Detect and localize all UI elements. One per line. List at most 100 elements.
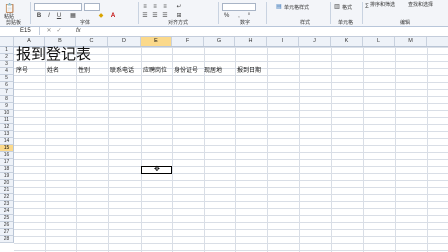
row-header-12[interactable]: 12: [0, 124, 14, 131]
number-group-label: 数字: [240, 20, 251, 26]
row-header-20[interactable]: 20: [0, 180, 14, 187]
row-header-25[interactable]: 25: [0, 215, 14, 222]
font-name-combo[interactable]: [34, 3, 82, 11]
header-cell-index[interactable]: 序号: [16, 68, 28, 75]
paste-icon[interactable]: 📋: [4, 3, 15, 13]
row-header-26[interactable]: 26: [0, 222, 14, 229]
ribbon: 📋 粘贴 剪贴板 B I U ▦ ◆ A 字体 ≡ ≡ ≡ ↵ ☰ ☰ ☰ ⊞ …: [0, 0, 448, 27]
align-group-label: 对齐方式: [168, 20, 189, 26]
column-header-d[interactable]: D: [108, 37, 141, 46]
row-header-24[interactable]: 24: [0, 208, 14, 215]
grid-line: [45, 47, 46, 252]
row-header-7[interactable]: 7: [0, 89, 14, 96]
header-cell-phone[interactable]: 联系电话: [110, 68, 134, 75]
separator: [138, 2, 139, 24]
grid-line: [204, 47, 205, 252]
column-header-j[interactable]: J: [299, 37, 331, 46]
number-format-combo[interactable]: [222, 3, 256, 11]
grid-line: [427, 47, 428, 252]
row-header-18[interactable]: 18: [0, 166, 14, 173]
font-size-combo[interactable]: [84, 3, 100, 11]
grid-line: [108, 47, 109, 252]
insert-function-button[interactable]: fx: [76, 27, 81, 35]
cancel-icon[interactable]: ✕: [46, 28, 52, 34]
row-header-17[interactable]: 17: [0, 159, 14, 166]
row-header-10[interactable]: 10: [0, 110, 14, 117]
row-header-4[interactable]: 4: [0, 68, 14, 75]
column-header-m[interactable]: M: [395, 37, 427, 46]
row-header-2[interactable]: 2: [0, 54, 14, 61]
font-color-icon[interactable]: A: [110, 13, 116, 19]
edit-group-label: 编辑: [400, 20, 411, 26]
row-header-3[interactable]: 3: [0, 61, 14, 68]
clipboard-group-label: 剪贴板: [6, 20, 22, 26]
sort-filter-button[interactable]: 排序和筛选: [370, 1, 395, 8]
grid-line: [331, 47, 332, 252]
grid-line: [235, 47, 236, 252]
row-header-1[interactable]: 1: [0, 47, 14, 54]
align-left-icon[interactable]: ☰: [142, 13, 148, 19]
column-header-e[interactable]: E: [141, 37, 172, 46]
select-all-button[interactable]: [0, 37, 14, 46]
row-header-27[interactable]: 27: [0, 229, 14, 236]
row-header-16[interactable]: 16: [0, 152, 14, 159]
row-header-19[interactable]: 19: [0, 173, 14, 180]
separator: [30, 2, 31, 24]
column-header-l[interactable]: L: [363, 37, 395, 46]
header-cell-name[interactable]: 姓名: [47, 68, 59, 75]
align-center-icon[interactable]: ☰: [152, 13, 158, 19]
grid-line: [76, 47, 77, 252]
grid-line: [395, 47, 396, 252]
header-cell-date[interactable]: 报到日期: [237, 68, 261, 75]
row-header-28[interactable]: 28: [0, 236, 14, 243]
row-header-14[interactable]: 14: [0, 138, 14, 145]
row-header-21[interactable]: 21: [0, 187, 14, 194]
column-header-k[interactable]: K: [331, 37, 363, 46]
row-header-6[interactable]: 6: [0, 82, 14, 89]
sheet-title[interactable]: 报到登记表: [16, 46, 91, 62]
row-header-22[interactable]: 22: [0, 194, 14, 201]
row-header-23[interactable]: 23: [0, 201, 14, 208]
column-header-i[interactable]: I: [267, 37, 299, 46]
cell-grid[interactable]: [14, 47, 448, 252]
align-middle-icon[interactable]: ≡: [152, 4, 158, 10]
percent-button[interactable]: %: [224, 13, 229, 19]
format-button[interactable]: 格式: [342, 4, 352, 11]
font-group-label: 字体: [80, 20, 91, 26]
row-header-5[interactable]: 5: [0, 75, 14, 82]
bold-icon[interactable]: B: [36, 13, 42, 19]
header-cell-gender[interactable]: 性别: [78, 68, 90, 75]
column-header-f[interactable]: F: [172, 37, 204, 46]
style-group-label: 样式: [300, 20, 311, 26]
formula-bar: E15 ✕ ✓ fx: [0, 27, 448, 37]
row-header-13[interactable]: 13: [0, 131, 14, 138]
grid-line: [172, 47, 173, 252]
enter-icon[interactable]: ✓: [56, 28, 62, 34]
header-cell-address[interactable]: 现居地: [204, 68, 222, 75]
header-cell-position[interactable]: 应聘岗位: [143, 68, 167, 75]
wrap-text-icon[interactable]: ↵: [176, 4, 182, 10]
conditional-format-icon[interactable]: ▤: [276, 4, 282, 10]
cell-cursor-icon: ✥: [154, 166, 160, 173]
find-select-button[interactable]: 查找和选择: [408, 1, 433, 8]
row-header-15[interactable]: 15: [0, 145, 14, 152]
format-icon[interactable]: ▥: [334, 4, 340, 10]
cell-style-button[interactable]: 单元格样式: [284, 4, 309, 11]
align-bottom-icon[interactable]: ≡: [162, 4, 168, 10]
align-top-icon[interactable]: ≡: [142, 4, 148, 10]
header-cell-id-number[interactable]: 身份证号: [174, 68, 198, 75]
name-box[interactable]: E15: [0, 27, 40, 35]
row-header-11[interactable]: 11: [0, 117, 14, 124]
cells-group-label: 单元格: [338, 20, 354, 26]
row-header-8[interactable]: 8: [0, 96, 14, 103]
border-icon[interactable]: ▦: [70, 13, 76, 19]
separator: [330, 2, 331, 24]
underline-icon[interactable]: U: [56, 13, 62, 19]
column-header-g[interactable]: G: [204, 37, 235, 46]
separator: [362, 2, 363, 24]
row-header-9[interactable]: 9: [0, 103, 14, 110]
column-header-h[interactable]: H: [235, 37, 267, 46]
fill-color-icon[interactable]: ◆: [98, 13, 104, 19]
italic-icon[interactable]: I: [46, 13, 52, 19]
grid-line: [363, 47, 364, 252]
